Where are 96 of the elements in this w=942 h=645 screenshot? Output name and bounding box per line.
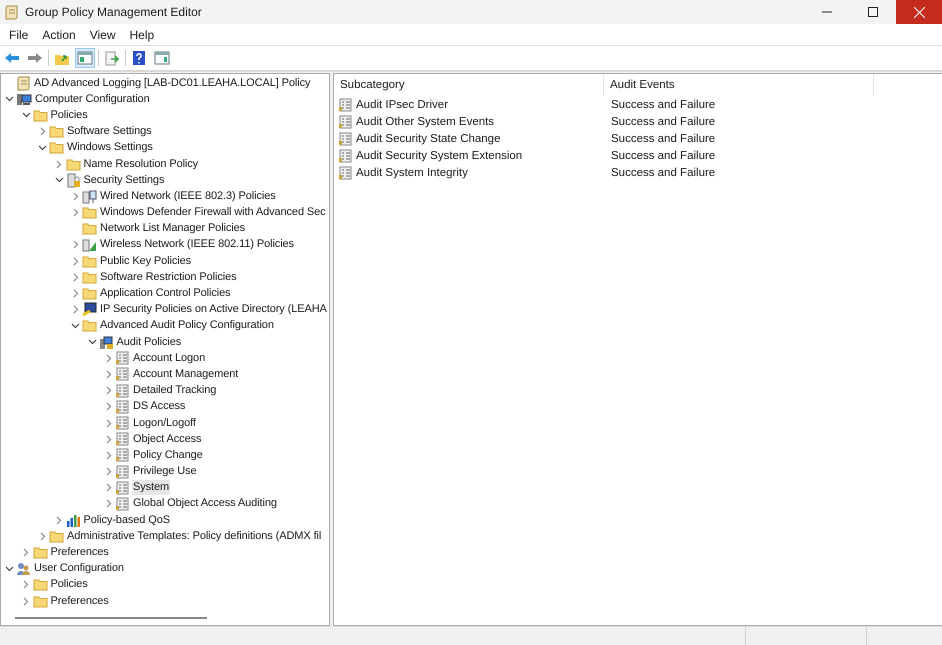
folder-icon: [82, 319, 97, 332]
tree-item[interactable]: Global Object Access Auditing: [132, 496, 278, 512]
list-icon: [115, 464, 130, 479]
folder-icon: [32, 594, 48, 608]
scroll-icon: [16, 76, 31, 91]
list-icon: [115, 400, 130, 414]
folder-icon: [82, 222, 97, 236]
list-icon: [115, 448, 130, 462]
column-header[interactable]: Audit Events: [604, 74, 874, 96]
server-lock-icon: [66, 172, 80, 188]
folder-icon: [49, 141, 64, 154]
tree-item[interactable]: Security Settings: [82, 172, 166, 188]
tree-item[interactable]: Application Control Policies: [99, 286, 232, 302]
menu-item[interactable]: Help: [122, 28, 162, 42]
tree-item[interactable]: Detailed Tracking: [132, 383, 218, 398]
tree-item[interactable]: IP Security Policies on Active Directory (LEAHA: [99, 302, 328, 318]
minimize-icon: [822, 11, 832, 13]
table-cell: Audit Other System Events: [356, 116, 494, 128]
table-cell: Audit IPsec Driver: [356, 98, 448, 110]
tree-item[interactable]: Preferences: [50, 594, 110, 609]
tree-item[interactable]: Account Management: [132, 366, 240, 382]
table-cell: Audit System Integrity: [356, 166, 468, 178]
table-cell: Success and Failure: [611, 150, 716, 162]
tree-item[interactable]: Software Restriction Policies: [99, 270, 238, 285]
table-cell: Audit Security System Extension: [356, 150, 522, 162]
tree-item[interactable]: Policies: [50, 108, 89, 123]
tree-item[interactable]: User Configuration: [33, 561, 125, 576]
list-icon: [115, 416, 130, 430]
column-header[interactable]: Subcategory: [334, 74, 604, 96]
menu-item[interactable]: View: [82, 28, 122, 42]
close-button[interactable]: [896, 0, 942, 24]
table-cell: Success and Failure: [611, 166, 716, 178]
network-icon: [82, 188, 97, 204]
tree-item[interactable]: Windows Settings: [66, 140, 154, 156]
folder-icon: [32, 108, 48, 122]
list-icon: [115, 351, 130, 366]
folder-icon: [82, 254, 97, 268]
panel-icon: [154, 51, 170, 65]
folder-icon: [32, 546, 48, 560]
folder-icon: [82, 206, 97, 220]
tree-item[interactable]: Software Settings: [66, 124, 153, 140]
bar-chart-icon: [66, 513, 80, 528]
tree-item[interactable]: Wired Network (IEEE 802.3) Policies: [99, 188, 277, 204]
help-icon: [132, 50, 146, 66]
tree-item[interactable]: DS Access: [132, 399, 186, 414]
tree-item[interactable]: Computer Configuration: [34, 92, 151, 107]
tree-item[interactable]: Policies: [50, 577, 89, 592]
table-cell: Success and Failure: [611, 98, 716, 110]
window-title: Group Policy Management Editor: [25, 5, 203, 19]
tree-item[interactable]: Name Resolution Policy: [82, 156, 200, 172]
monitor-key-icon: [82, 302, 97, 318]
maximize-icon: [868, 7, 878, 17]
tree-item[interactable]: Privilege Use: [132, 464, 198, 480]
folder-icon: [82, 270, 97, 284]
tree-item[interactable]: Policy-based QoS: [82, 512, 171, 528]
folder-icon: [32, 578, 48, 592]
table-cell: Success and Failure: [611, 132, 716, 144]
audit-icon: [98, 334, 114, 350]
tree-item[interactable]: Logon/Logoff: [132, 416, 197, 431]
tree-item[interactable]: Audit Policies: [116, 334, 182, 350]
list-icon: [115, 367, 130, 382]
folder-icon: [66, 158, 80, 171]
forward-arrow-icon: [27, 52, 43, 64]
tree-item[interactable]: Policy Change: [132, 448, 204, 463]
tree-item[interactable]: Advanced Audit Policy Configuration: [99, 318, 275, 334]
tree-item[interactable]: Account Logon: [132, 350, 206, 366]
list-icon: [115, 480, 130, 495]
back-arrow-icon: [4, 52, 20, 64]
tree-item[interactable]: Administrative Templates: Policy definitions (ADMX fil: [66, 528, 322, 544]
panel-icon: [77, 51, 93, 65]
table-cell: Success and Failure: [611, 116, 716, 128]
tree-item[interactable]: Object Access: [132, 432, 202, 447]
folder-icon: [82, 287, 97, 300]
tree-item[interactable]: System: [132, 480, 170, 496]
tree-item[interactable]: Preferences: [50, 545, 110, 560]
close-icon: [914, 6, 924, 18]
list-icon: [115, 384, 130, 398]
tree-item[interactable]: Public Key Policies: [99, 254, 192, 269]
folder-icon: [49, 530, 64, 543]
tree-item[interactable]: AD Advanced Logging [LAB-DC01.LEAHA.LOCAL] Policy: [33, 76, 312, 91]
computer-icon: [16, 92, 32, 107]
tree-item[interactable]: Network List Manager Policies: [99, 221, 246, 236]
scrollbar-thumb[interactable]: [15, 617, 207, 619]
tree-item[interactable]: Wireless Network (IEEE 802.11) Policies: [99, 237, 295, 252]
menu-item[interactable]: Action: [35, 28, 83, 42]
table-cell: Audit Security State Change: [356, 132, 500, 144]
scroll-icon: [4, 4, 19, 20]
menu-item[interactable]: File: [2, 28, 36, 42]
list-icon: [115, 496, 130, 511]
list-icon: [115, 432, 130, 446]
users-icon: [16, 561, 31, 576]
folder-icon: [49, 125, 64, 138]
export-icon: [104, 50, 120, 66]
tree-item[interactable]: Windows Defender Firewall with Advanced Sec: [99, 205, 327, 220]
wireless-icon: [82, 237, 97, 252]
toolbar-button[interactable]: [75, 48, 95, 68]
